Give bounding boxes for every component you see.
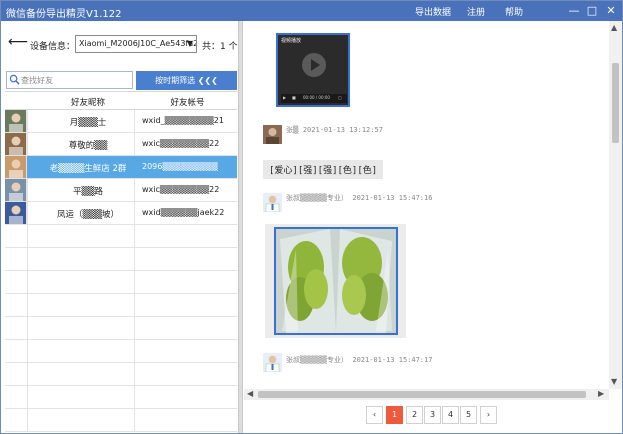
search-input[interactable]	[21, 73, 131, 87]
friend-account: wxid▒▒▒▒▒▒jaek22	[142, 208, 225, 217]
vertical-scrollbar[interactable]: ▲ ▼	[609, 21, 622, 389]
scroll-left-icon[interactable]: ◀	[247, 389, 253, 398]
friend-nickname: 平▒▒路	[72, 187, 104, 197]
empty-row	[5, 248, 237, 271]
text-message: [爱心][强][强][色][色]	[263, 160, 384, 179]
message-sender: 张叔▒▒▒▒▒专业） 2021-01-13 15:47:17	[286, 355, 432, 365]
avatar	[5, 179, 27, 201]
sender-name: 张叔▒▒▒▒▒专业）	[286, 356, 348, 364]
table-row[interactable]: 平▒▒路 wxic▒▒▒▒▒▒▒▒22	[5, 179, 237, 202]
scroll-right-icon[interactable]: ▶	[598, 389, 604, 398]
table-row[interactable]: 老▒▒▒▒生鲜店 2群 2096▒▒▒▒▒▒▒▒▒	[5, 156, 237, 179]
fullscreen-icon[interactable]: ▢	[338, 95, 342, 100]
contacts-panel: ⟵ 设备信息： Xiaomi_M2006J10C_Ae543fa271c ▼ 共…	[1, 21, 238, 433]
device-label: 设备信息：	[30, 42, 76, 52]
app-window: 微信备份导出精灵V1.122 导出数据 注册 帮助 — □ ✕ ⟵ 设备信息： …	[0, 0, 623, 434]
friend-account: wxic▒▒▒▒▒▒▒▒22	[142, 185, 220, 194]
page-button-5[interactable]: 5	[460, 406, 477, 424]
friend-nickname: 月▒▒▒士	[69, 118, 107, 128]
filter-by-date-button[interactable]: 按时期筛选 ❮❮❮	[136, 71, 237, 90]
empty-row	[5, 409, 237, 432]
page-button-4[interactable]: 4	[442, 406, 459, 424]
message-time: 2021-01-13 15:47:16	[352, 194, 433, 202]
table-row[interactable]: 凤运（▒▒▒坡） wxid▒▒▒▒▒▒jaek22	[5, 202, 237, 225]
friend-nickname: 尊敬的▒▒	[68, 141, 108, 151]
play-small-icon[interactable]: ▶	[283, 95, 286, 100]
empty-row	[5, 363, 237, 386]
avatar	[263, 125, 282, 144]
page-next-button[interactable]: ›	[480, 406, 497, 424]
empty-row	[5, 271, 237, 294]
menu-help[interactable]: 帮助	[505, 5, 523, 18]
video-title: 视频播放	[281, 38, 302, 44]
empty-row	[5, 317, 237, 340]
avatar	[263, 193, 282, 212]
empty-row	[5, 225, 237, 248]
friend-account: wxic▒▒▒▒▒▒▒▒22	[142, 139, 220, 148]
empty-row	[5, 340, 237, 363]
message-sender: 张叔▒▒▒▒▒专业） 2021-01-13 15:47:16	[286, 193, 432, 203]
header-account: 好友帐号	[170, 98, 205, 108]
menu-register[interactable]: 注册	[467, 5, 485, 18]
friend-nickname: 老▒▒▒▒生鲜店 2群	[49, 164, 127, 174]
stop-icon[interactable]: ■	[292, 95, 296, 100]
friend-account: wxid_▒▒▒▒▒▒▒▒21	[142, 116, 224, 125]
video-time: 00:00 / 00:00	[303, 95, 330, 100]
minimize-icon[interactable]: —	[567, 4, 581, 18]
avatar	[5, 156, 27, 178]
table-row[interactable]: 尊敬的▒▒ wxic▒▒▒▒▒▒▒▒22	[5, 133, 237, 156]
scroll-down-icon[interactable]: ▼	[611, 377, 617, 386]
page-button-3[interactable]: 3	[424, 406, 441, 424]
message-time: 2021-01-13 13:12:57	[302, 126, 383, 134]
avatar	[5, 133, 27, 155]
avatar	[5, 202, 27, 224]
scroll-thumb[interactable]	[612, 63, 619, 143]
sender-name: 张叔▒▒▒▒▒专业）	[286, 194, 348, 202]
table-row[interactable]: 月▒▒▒士 wxid_▒▒▒▒▒▒▒▒21	[5, 110, 237, 133]
device-count: 共：1 个	[202, 42, 238, 52]
menu-export-data[interactable]: 导出数据	[415, 5, 451, 18]
table-header: 好友昵称 好友帐号	[5, 92, 237, 110]
video-message[interactable]: 视频播放 ▶ ■ 00:00 / 00:00 ▢	[276, 33, 350, 107]
chevron-down-icon[interactable]: ▼	[187, 39, 193, 48]
chat-panel: 视频播放 ▶ ■ 00:00 / 00:00 ▢ 张▒ 2021-01-13 1…	[244, 21, 622, 433]
window-title: 微信备份导出精灵V1.122	[6, 9, 122, 20]
sender-name: 张▒	[286, 126, 299, 134]
video-controls[interactable]: ▶ ■ 00:00 / 00:00 ▢	[281, 94, 347, 103]
maximize-icon[interactable]: □	[585, 4, 599, 18]
search-icon	[9, 74, 20, 85]
back-arrow-icon[interactable]: ⟵	[8, 34, 28, 50]
friend-account: 2096▒▒▒▒▒▒▒▒▒	[142, 162, 218, 171]
empty-row	[5, 294, 237, 317]
play-icon[interactable]	[302, 53, 326, 77]
chat-history: 视频播放 ▶ ■ 00:00 / 00:00 ▢ 张▒ 2021-01-13 1…	[244, 21, 609, 389]
page-button-2[interactable]: 2	[406, 406, 423, 424]
title-bar[interactable]: 微信备份导出精灵V1.122 导出数据 注册 帮助 — □ ✕	[1, 1, 622, 21]
scroll-thumb[interactable]	[258, 391, 586, 398]
vegetable-photo	[276, 229, 396, 333]
splitter[interactable]	[238, 21, 243, 433]
page-prev-button[interactable]: ‹	[366, 406, 383, 424]
friend-nickname: 凤运（▒▒▒坡）	[56, 210, 120, 220]
search-box[interactable]	[6, 71, 133, 89]
pagination: ‹ 1 2 3 4 5 ›	[244, 406, 622, 428]
image-message[interactable]	[274, 227, 398, 335]
empty-row	[5, 386, 237, 409]
close-icon[interactable]: ✕	[604, 4, 618, 18]
avatar	[5, 110, 27, 132]
device-select[interactable]: Xiaomi_M2006J10C_Ae543fa271c ▼	[75, 35, 197, 53]
scroll-up-icon[interactable]: ▲	[611, 23, 617, 32]
avatar	[263, 353, 282, 372]
horizontal-scrollbar[interactable]: ◀ ▶	[244, 389, 609, 400]
message-sender: 张▒ 2021-01-13 13:12:57	[286, 125, 383, 135]
message-time: 2021-01-13 15:47:17	[352, 356, 433, 364]
device-select-value: Xiaomi_M2006J10C_Ae543fa271c	[79, 39, 196, 48]
header-nickname: 好友昵称	[70, 98, 105, 108]
contacts-table: 好友昵称 好友帐号 月▒▒▒士 wxid_▒▒▒▒▒▒▒▒21 尊敬的▒▒ wxic▒…	[5, 91, 237, 432]
page-button-1[interactable]: 1	[386, 406, 403, 424]
